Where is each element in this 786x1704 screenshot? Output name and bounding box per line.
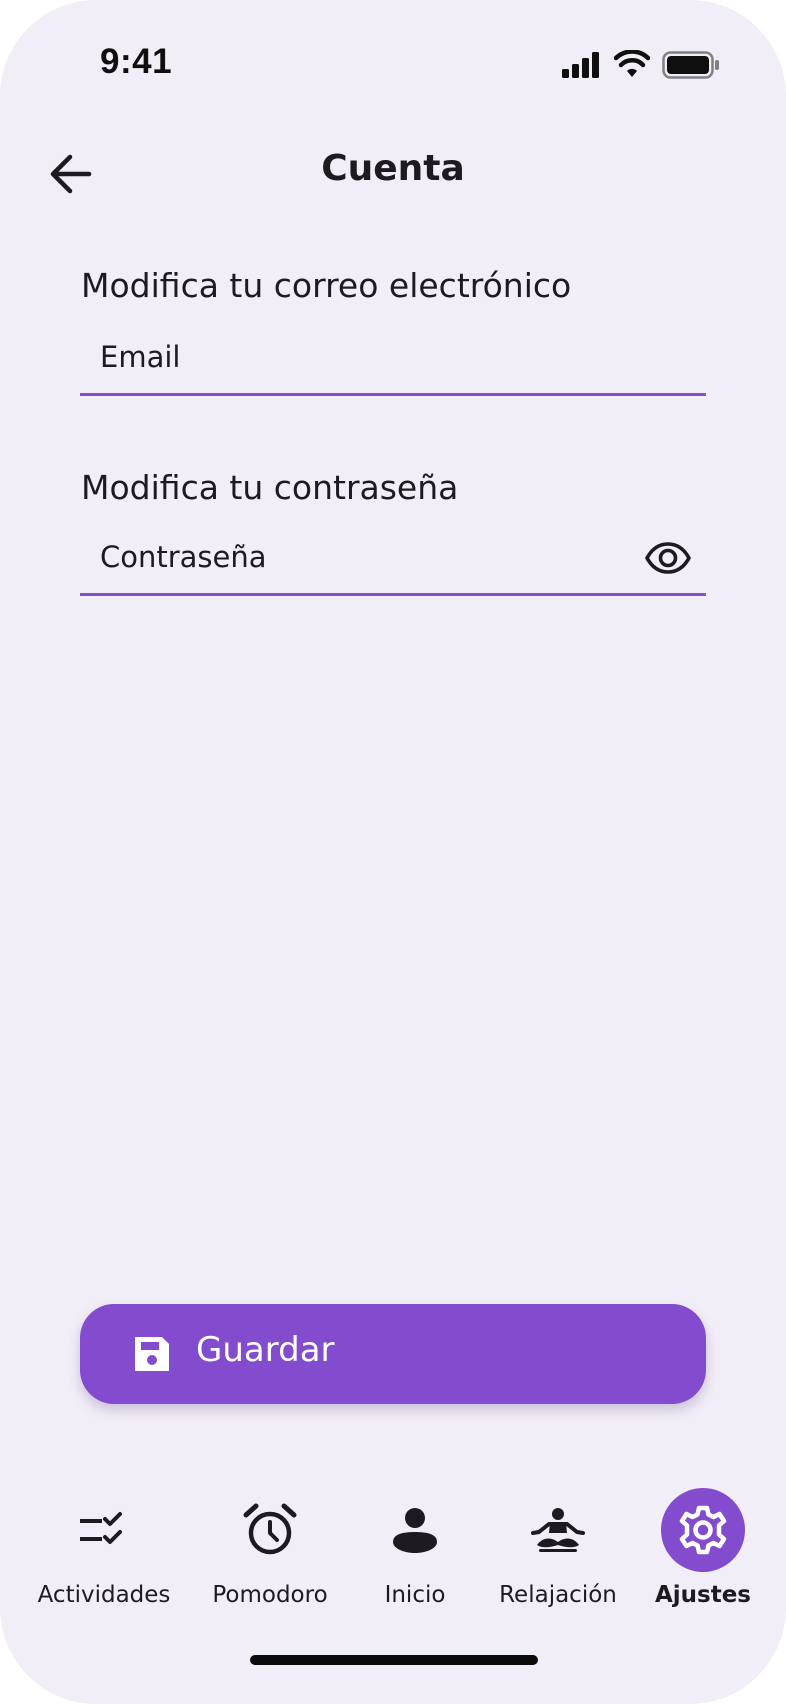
page-title: Cuenta	[321, 148, 465, 189]
email-field-container	[80, 320, 706, 396]
save-button-label: Guardar	[196, 1330, 335, 1370]
nav-item-ajustes[interactable]: Ajustes	[628, 1480, 778, 1630]
home-indicator	[250, 1655, 538, 1665]
password-field-container	[80, 520, 706, 596]
person-icon	[393, 1508, 437, 1553]
password-input[interactable]	[100, 536, 620, 578]
save-icon	[135, 1337, 169, 1371]
password-label: Modifica tu contraseña	[81, 468, 459, 507]
task-list-icon	[80, 1512, 122, 1544]
bottom-navigation: Actividades Pomodoro Inicio Relajación A…	[0, 1480, 786, 1630]
wifi-icon	[613, 49, 651, 82]
eye-icon	[645, 542, 691, 574]
meditation-icon	[531, 1508, 585, 1552]
save-button[interactable]: Guardar	[80, 1304, 706, 1404]
email-input[interactable]	[100, 336, 620, 378]
active-indicator	[661, 1488, 745, 1572]
phone-screen: 9:41 Cuenta Modifica tu correo electróni…	[0, 0, 786, 1704]
nav-label-actividades: Actividades	[37, 1582, 171, 1608]
battery-icon	[662, 51, 720, 83]
cellular-signal-icon	[562, 52, 602, 82]
alarm-clock-icon	[243, 1503, 297, 1555]
gear-icon	[679, 1505, 727, 1555]
nav-label-ajustes: Ajustes	[654, 1582, 752, 1608]
nav-item-actividades[interactable]: Actividades	[29, 1480, 179, 1630]
status-icons	[562, 49, 730, 83]
show-password-toggle[interactable]	[642, 532, 694, 584]
status-time: 9:41	[100, 42, 173, 81]
email-label: Modifica tu correo electrónico	[81, 266, 572, 305]
